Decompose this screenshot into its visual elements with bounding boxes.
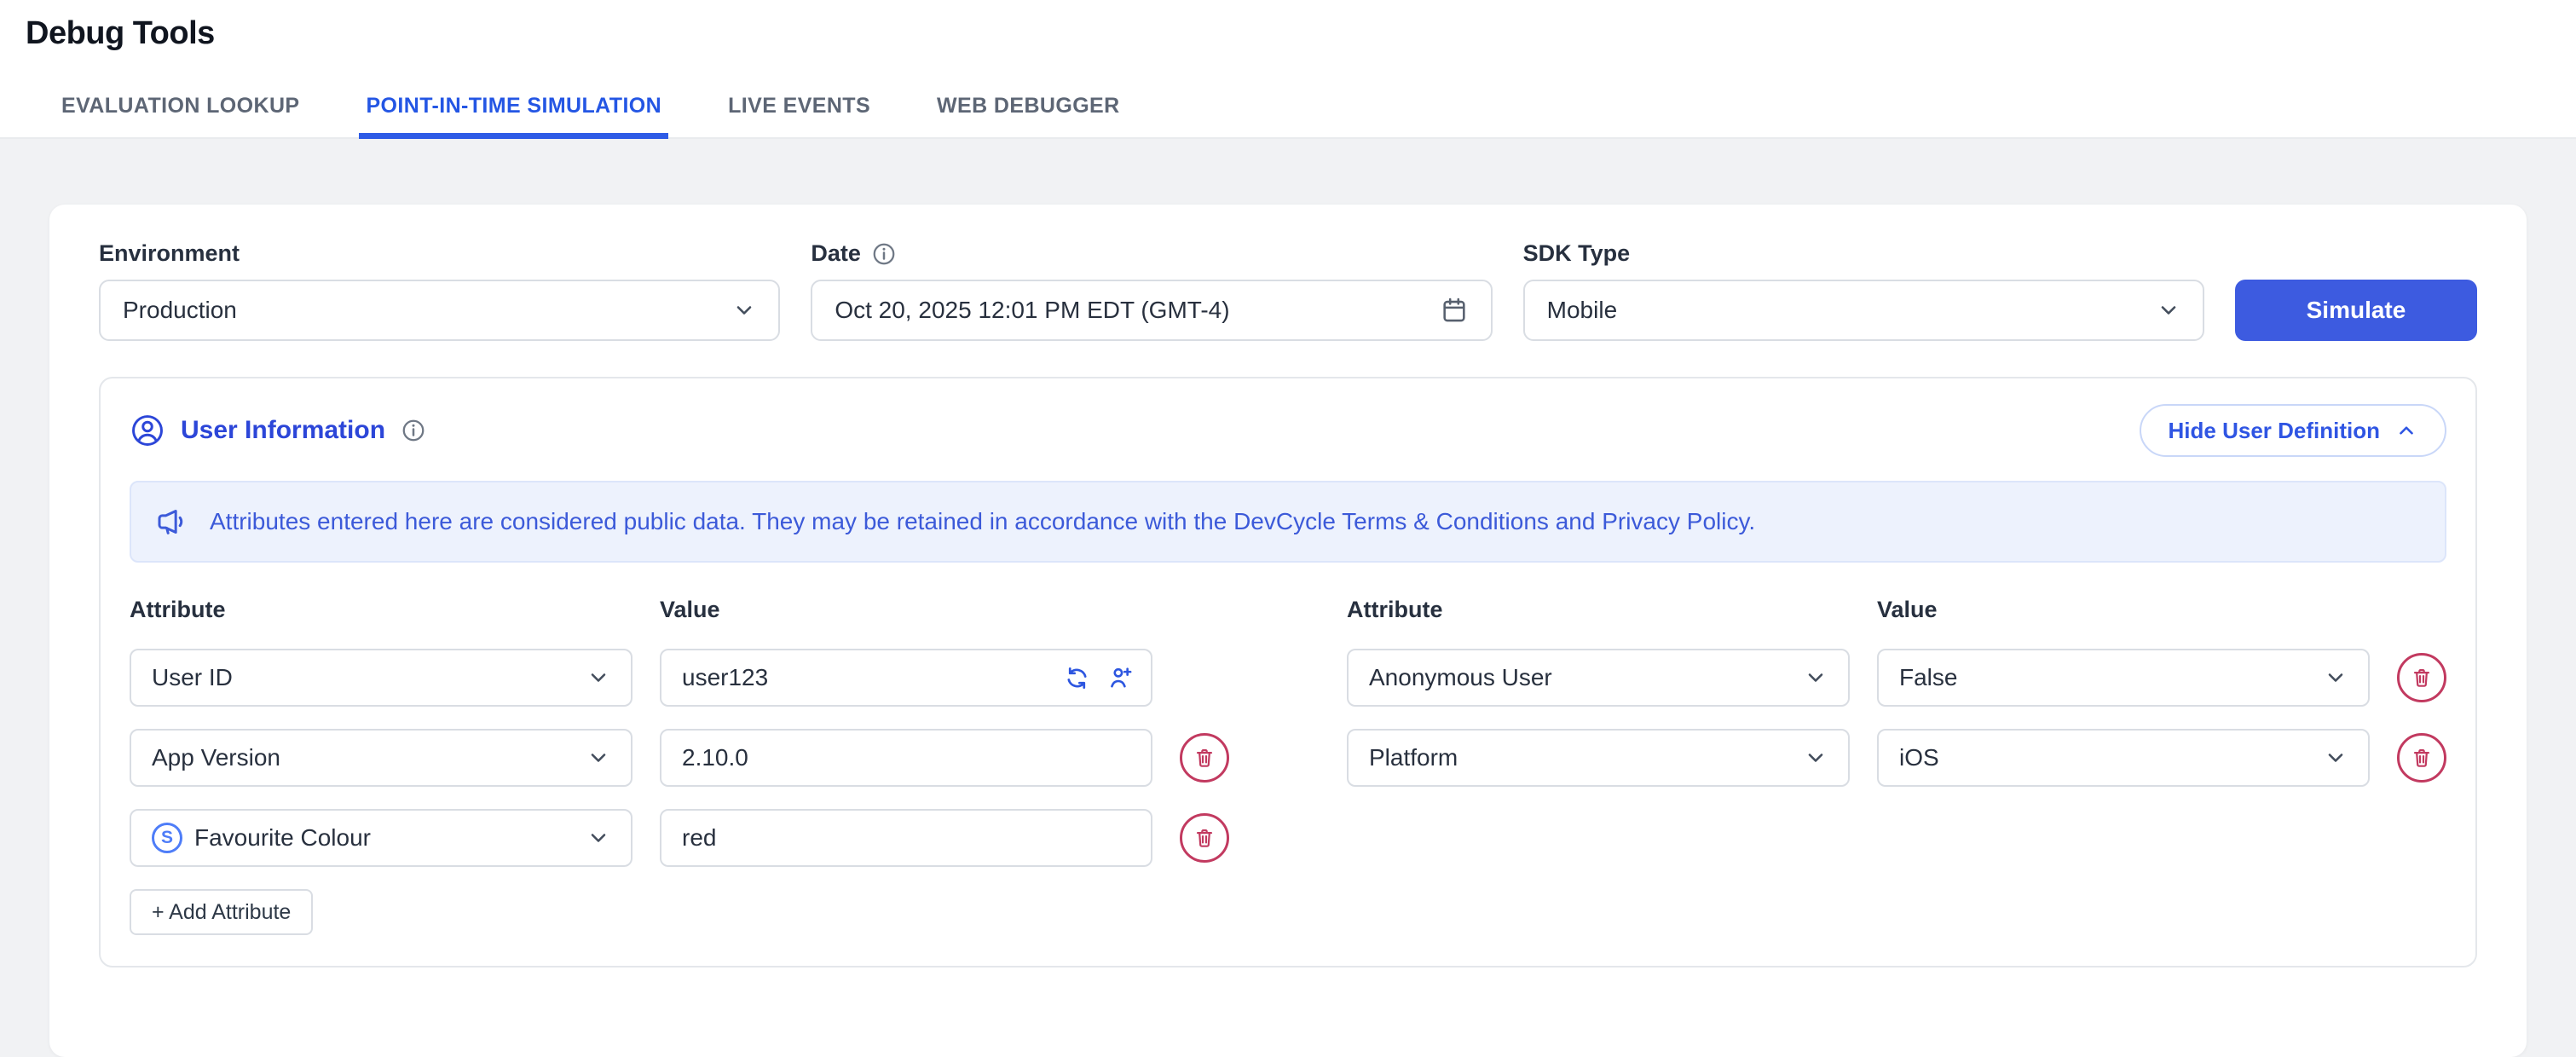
sdk-type-label-text: SDK Type — [1523, 240, 1631, 267]
chevron-down-icon — [586, 826, 610, 850]
environment-label-text: Environment — [99, 240, 240, 267]
attribute-select-app-version[interactable]: App Version — [130, 729, 632, 787]
trash-icon — [2410, 746, 2434, 770]
trash-icon — [1193, 746, 1216, 770]
value-input-wrap-favourite-colour — [660, 809, 1152, 867]
user-circle-icon — [130, 413, 165, 448]
tab-live-events[interactable]: LIVE EVENTS — [721, 94, 877, 139]
sdk-type-selected-value: Mobile — [1547, 297, 1617, 324]
page-title: Debug Tools — [26, 15, 215, 52]
info-icon[interactable] — [871, 241, 897, 267]
simulation-form-row: Environment Production Date Oct 20, 2025… — [99, 240, 2477, 341]
spacer — [1180, 653, 1229, 702]
top-bar: Debug Tools EVALUATION LOOKUP POINT-IN-T… — [0, 0, 2576, 139]
delete-attribute-button-app-version[interactable] — [1180, 733, 1229, 783]
delete-attribute-button-favourite-colour[interactable] — [1180, 813, 1229, 863]
date-value: Oct 20, 2025 12:01 PM EDT (GMT-4) — [835, 297, 1229, 324]
simulation-card: Environment Production Date Oct 20, 2025… — [49, 205, 2527, 1057]
info-icon[interactable] — [401, 418, 426, 443]
environment-field-group: Environment Production — [99, 240, 780, 341]
sdk-type-field-group: SDK Type Mobile — [1523, 240, 2204, 341]
user-information-panel: User Information Hide User Definition At… — [99, 377, 2477, 967]
attributes-left-column: Attribute Value User ID — [130, 597, 1229, 935]
date-label: Date — [811, 240, 1492, 267]
attribute-selected-value: User ID — [152, 664, 233, 691]
attributes-right-column: Attribute Value Anonymous User False — [1347, 597, 2446, 935]
user-id-inline-actions — [1064, 649, 1134, 707]
add-attribute-button[interactable]: + Add Attribute — [130, 889, 313, 935]
value-input-app-version[interactable] — [660, 729, 1152, 787]
chevron-down-icon — [586, 666, 610, 690]
attribute-selected-value: Favourite Colour — [194, 824, 371, 852]
attribute-selected-value: Anonymous User — [1369, 664, 1552, 691]
user-plus-icon[interactable] — [1107, 665, 1134, 691]
public-data-banner: Attributes entered here are considered p… — [130, 481, 2446, 563]
chevron-down-icon — [2324, 666, 2348, 690]
tab-web-debugger[interactable]: WEB DEBUGGER — [930, 94, 1127, 139]
simulate-button[interactable]: Simulate — [2235, 280, 2477, 341]
chevron-down-icon — [2157, 298, 2180, 322]
environment-select[interactable]: Production — [99, 280, 780, 341]
attribute-selected-value: App Version — [152, 744, 280, 771]
delete-attribute-button-anonymous-user[interactable] — [2397, 653, 2446, 702]
string-type-badge-icon: S — [152, 823, 182, 853]
chevron-down-icon — [1804, 746, 1828, 770]
value-selected-value: False — [1899, 664, 1957, 691]
attribute-column-header: Attribute — [1347, 597, 1850, 623]
value-column-header: Value — [660, 597, 1152, 623]
attribute-select-platform[interactable]: Platform — [1347, 729, 1850, 787]
date-input[interactable]: Oct 20, 2025 12:01 PM EDT (GMT-4) — [811, 280, 1492, 341]
chevron-down-icon — [1804, 666, 1828, 690]
sdk-type-select[interactable]: Mobile — [1523, 280, 2204, 341]
user-information-title: User Information — [181, 416, 385, 445]
hide-user-definition-button[interactable]: Hide User Definition — [2140, 404, 2446, 457]
sdk-type-label: SDK Type — [1523, 240, 2204, 267]
value-input-wrap-user-id — [660, 649, 1152, 707]
hide-user-definition-label: Hide User Definition — [2169, 418, 2380, 444]
attribute-select-anonymous-user[interactable]: Anonymous User — [1347, 649, 1850, 707]
value-column-header: Value — [1877, 597, 2370, 623]
date-label-text: Date — [811, 240, 861, 267]
chevron-down-icon — [732, 298, 756, 322]
user-information-header: User Information Hide User Definition — [130, 404, 2446, 457]
value-input-favourite-colour[interactable] — [660, 809, 1152, 867]
date-field-group: Date Oct 20, 2025 12:01 PM EDT (GMT-4) — [811, 240, 1492, 341]
value-input-wrap-app-version — [660, 729, 1152, 787]
value-select-anonymous-user[interactable]: False — [1877, 649, 2370, 707]
trash-icon — [1193, 826, 1216, 850]
megaphone-icon — [155, 505, 189, 539]
attribute-select-user-id[interactable]: User ID — [130, 649, 632, 707]
chevron-down-icon — [2324, 746, 2348, 770]
chevron-up-icon — [2395, 419, 2417, 442]
environment-label: Environment — [99, 240, 780, 267]
tab-bar: EVALUATION LOOKUP POINT-IN-TIME SIMULATI… — [55, 94, 1127, 139]
value-selected-value: iOS — [1899, 744, 1939, 771]
trash-icon — [2410, 666, 2434, 690]
user-information-title-wrap: User Information — [130, 413, 426, 448]
environment-selected-value: Production — [123, 297, 237, 324]
chevron-down-icon — [586, 746, 610, 770]
public-data-banner-text: Attributes entered here are considered p… — [210, 508, 1755, 535]
attribute-select-favourite-colour[interactable]: S Favourite Colour — [130, 809, 632, 867]
tab-point-in-time-simulation[interactable]: POINT-IN-TIME SIMULATION — [359, 94, 668, 139]
calendar-icon[interactable] — [1440, 296, 1469, 325]
attributes-grid: Attribute Value User ID — [130, 597, 2446, 935]
refresh-icon[interactable] — [1064, 665, 1090, 691]
delete-attribute-button-platform[interactable] — [2397, 733, 2446, 783]
tab-evaluation-lookup[interactable]: EVALUATION LOOKUP — [55, 94, 306, 139]
attribute-column-header: Attribute — [130, 597, 632, 623]
value-select-platform[interactable]: iOS — [1877, 729, 2370, 787]
attribute-selected-value: Platform — [1369, 744, 1458, 771]
